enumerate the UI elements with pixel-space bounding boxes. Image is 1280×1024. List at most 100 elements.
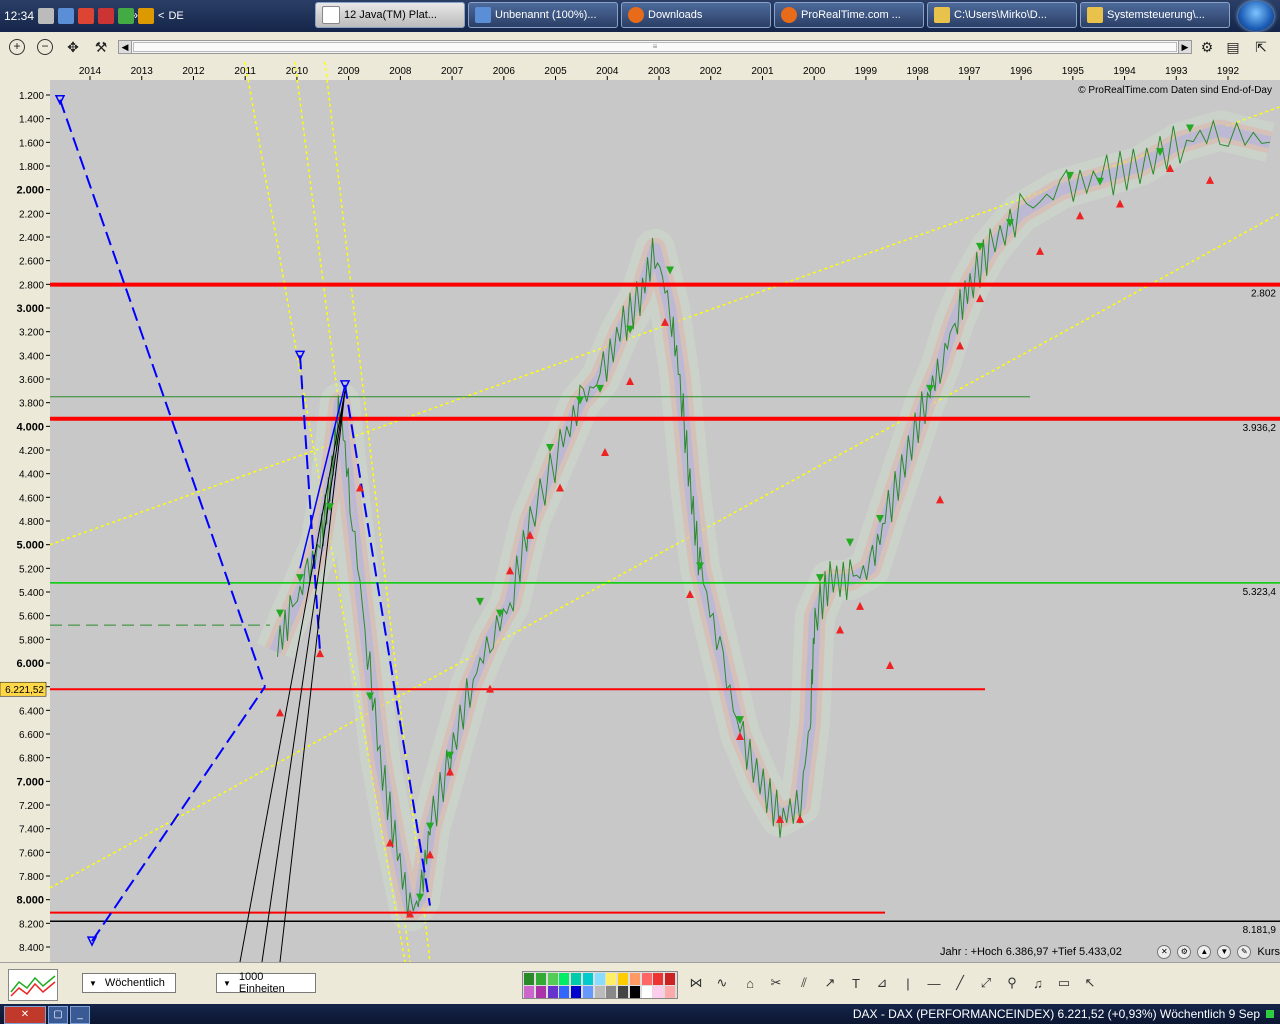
channel-tool[interactable]: ⊿ [872,973,892,993]
interval-select[interactable]: ▼ Wöchentlich [82,973,176,993]
task-downloads[interactable]: Downloads [621,2,771,28]
color-swatch[interactable] [653,973,664,985]
antivirus-icon[interactable] [78,8,95,24]
auto-scale-button[interactable]: ✥ [62,36,84,58]
task-explorer[interactable]: C:\Users\Mirko\D... [927,2,1077,28]
update-icon[interactable] [118,8,135,24]
task-paint[interactable]: Unbenannt (100%)... [468,2,618,28]
color-swatch[interactable] [606,973,617,985]
scroll-thumb[interactable]: ≡ [133,42,1177,52]
color-swatch[interactable] [665,986,676,998]
color-swatch[interactable] [571,973,582,985]
color-palette[interactable] [522,971,678,999]
price-tick-label: 6.600 [19,730,44,741]
year-label: 2012 [182,66,205,77]
scroll-right-arrow[interactable]: ▶ [1178,41,1191,53]
network-icon[interactable] [58,8,75,24]
text-tool[interactable]: ⌂ [740,973,760,993]
chart-settings-button[interactable]: ⚙ [1196,36,1218,58]
color-swatch[interactable] [571,986,582,998]
price-tick-label: 1.600 [19,138,44,149]
color-swatch[interactable] [665,973,676,985]
color-swatch[interactable] [629,986,640,998]
task-prorealtime[interactable]: ProRealTime.com ... [774,2,924,28]
pointer-tool[interactable]: ↖ [1080,973,1100,993]
task-java[interactable]: 12 Java(TM) Plat... [315,2,465,28]
magnifier-tool[interactable]: ⚲ [1002,973,1022,993]
volume-icon[interactable] [38,8,55,24]
price-tick-label: 8.400 [19,943,44,954]
price-tick-label: 3.600 [19,375,44,386]
close-indicator-icon[interactable]: ✕ [1157,945,1172,959]
trendline-icon: ↗ [824,975,836,990]
price-tick-label: 7.400 [19,825,44,836]
price-tick-label: 5.400 [19,588,44,599]
app-tray-icon[interactable] [98,8,115,24]
text-box-tool[interactable]: T [846,973,866,993]
taskbar: Systemsteuerung\... C:\Users\Mirko\D... … [0,0,1280,32]
chart-type-thumbnail[interactable] [8,969,58,1001]
color-swatch[interactable] [582,986,593,998]
zoom-in-icon: + [9,39,25,55]
chart-canvas[interactable]: 1992 1993 1994 1995 1996 1997 1998 1999 2000 2001… [0,62,1280,962]
firefox-icon [781,7,797,23]
indicator-up-icon[interactable]: ▲ [1197,945,1212,959]
segment-tool[interactable]: ⤢ [976,973,996,993]
color-swatch[interactable] [629,973,640,985]
zoom-in-button[interactable]: + [6,36,28,58]
task-systemsteuerung[interactable]: Systemsteuerung\... [1080,2,1230,28]
year-label: 2000 [803,66,826,77]
color-swatch[interactable] [594,986,605,998]
price-tick-label: 3.000 [16,303,44,315]
tray-expand-icon[interactable]: < [158,10,164,22]
close-window-button[interactable]: ✕ [4,1006,46,1024]
indicator-edit-icon[interactable]: ✎ [1237,945,1252,959]
color-swatch[interactable] [594,973,605,985]
vertical-line-tool[interactable]: | [898,973,918,993]
color-swatch[interactable] [653,986,664,998]
color-swatch[interactable] [606,986,617,998]
color-swatch[interactable] [535,986,546,998]
zoom-out-button[interactable]: − [34,36,56,58]
export-button[interactable]: ⇱ [1250,36,1272,58]
color-swatch[interactable] [641,973,652,985]
color-swatch[interactable] [559,986,570,998]
color-swatch[interactable] [524,973,534,985]
minimize-window-button[interactable]: _ [70,1006,90,1024]
indicator-down-icon[interactable]: ▼ [1217,945,1232,959]
scroll-left-arrow[interactable]: ◀ [119,41,132,53]
trendline-tool[interactable]: ↗ [820,973,840,993]
color-swatch[interactable] [582,973,593,985]
level-label: 2.802 [1251,289,1276,300]
price-chart[interactable]: 1992 1993 1994 1995 1996 1997 1998 1999 2000 2001… [0,62,1280,962]
print-button[interactable]: ▤ [1222,36,1244,58]
color-swatch[interactable] [547,973,558,985]
color-swatch[interactable] [641,986,652,998]
year-label: 2005 [544,66,567,77]
color-swatch[interactable] [559,973,570,985]
fibonacci-tool[interactable]: ⋈ [686,973,706,993]
parallel-tool[interactable]: ⫽ [794,973,814,993]
color-swatch[interactable] [618,973,629,985]
color-swatch[interactable] [547,986,558,998]
units-select[interactable]: ▼ 1000 Einheiten [216,971,316,995]
indicator-settings-icon[interactable]: ⚙ [1177,945,1192,959]
wave-tool[interactable]: ∿ [712,973,732,993]
year-label: 1993 [1165,66,1188,77]
maximize-window-button[interactable]: ▢ [48,1006,68,1024]
ray-tool[interactable]: ╱ [950,973,970,993]
ruler-tool[interactable]: ▭ [1054,973,1074,993]
clock[interactable]: 12:34 [4,9,34,23]
color-swatch[interactable] [535,973,546,985]
scissor-tool[interactable]: ✂ [766,973,786,993]
language-indicator[interactable]: DE [168,10,183,22]
horizontal-line-tool[interactable]: — [924,973,944,993]
time-scrollbar[interactable]: ◀ ≡ ▶ [118,40,1192,54]
color-swatch[interactable] [524,986,534,998]
year-label: 2003 [648,66,671,77]
tools-button[interactable]: ⚒ [90,36,112,58]
color-swatch[interactable] [618,986,629,998]
bell-tool[interactable]: ♫ [1028,973,1048,993]
start-button[interactable] [1238,1,1274,31]
mixer-icon[interactable] [138,8,155,24]
